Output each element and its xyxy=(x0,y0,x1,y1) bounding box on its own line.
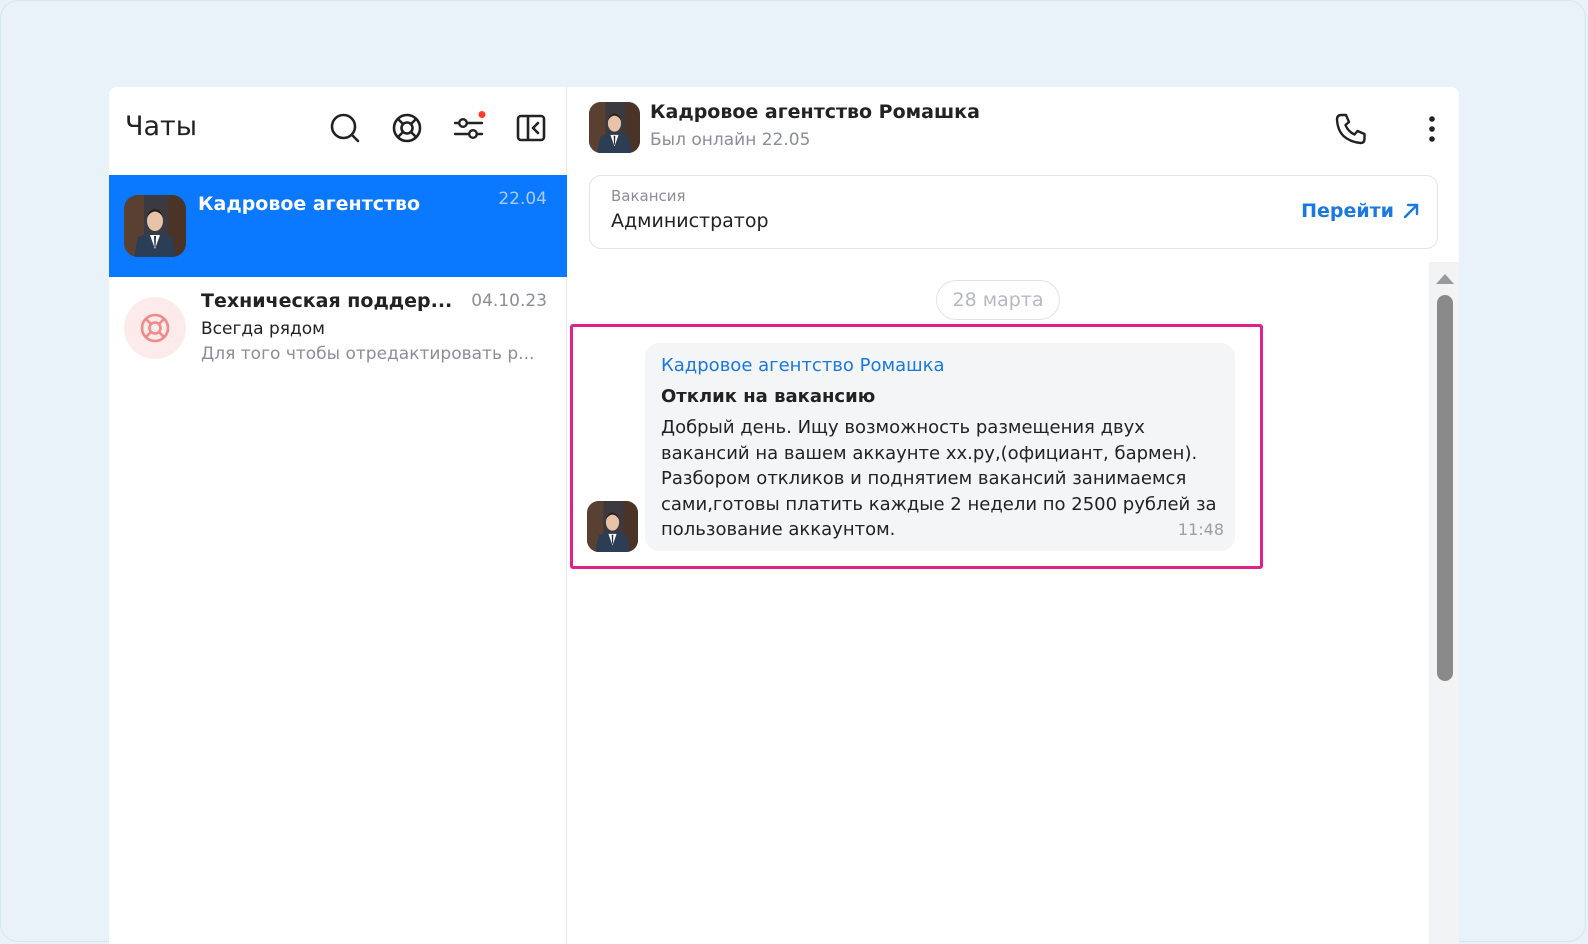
conversation-panel: Кадровое агентство Ромашка Был онлайн 22… xyxy=(567,87,1459,944)
message-subject: Отклик на вакансию xyxy=(661,386,876,407)
search-icon[interactable] xyxy=(328,111,362,145)
chat-date: 22.04 xyxy=(498,189,547,209)
chat-name: Техническая поддер... xyxy=(201,290,453,312)
chat-item-recruiting-agency[interactable]: Кадровое агентство 22.04 xyxy=(109,175,567,277)
chat-preview: Для того чтобы отредактировать р... xyxy=(201,344,535,364)
avatar[interactable] xyxy=(589,102,640,153)
avatar xyxy=(587,501,638,552)
last-seen-status: Был онлайн 22.05 xyxy=(650,130,811,150)
scrollbar[interactable] xyxy=(1429,262,1459,944)
arrow-up-right-icon xyxy=(1402,202,1420,220)
open-vacancy-label: Перейти xyxy=(1301,200,1394,222)
message-time: 11:48 xyxy=(1177,520,1224,539)
more-vertical-icon[interactable] xyxy=(1421,111,1443,147)
phone-icon[interactable] xyxy=(1333,111,1369,147)
collapse-panel-icon[interactable] xyxy=(514,111,548,145)
message-text: Добрый день. Ищу возможность размещения … xyxy=(661,417,1217,540)
support-avatar xyxy=(124,297,186,359)
scrollbar-thumb[interactable] xyxy=(1437,295,1453,681)
chat-name: Кадровое агентство xyxy=(198,193,421,215)
chat-list-title: Чаты xyxy=(125,111,198,142)
chat-subtitle: Всегда рядом xyxy=(201,319,325,339)
conversation-title: Кадровое агентство Ромашка xyxy=(650,101,980,123)
vacancy-label: Вакансия xyxy=(611,187,686,205)
filter-icon[interactable] xyxy=(452,111,486,145)
avatar xyxy=(124,195,186,257)
message-author[interactable]: Кадровое агентство Ромашка xyxy=(661,355,945,376)
message-bubble[interactable]: Кадровое агентство Ромашка Отклик на вак… xyxy=(645,343,1235,551)
chat-item-tech-support[interactable]: Техническая поддер... 04.10.23 Всегда ря… xyxy=(109,277,567,379)
vacancy-card: Вакансия Администратор Перейти xyxy=(589,175,1438,249)
open-vacancy-link[interactable]: Перейти xyxy=(1301,200,1420,222)
date-separator: 28 марта xyxy=(936,280,1060,320)
scroll-up-arrow-icon[interactable] xyxy=(1435,270,1455,289)
vacancy-title: Администратор xyxy=(611,210,769,232)
chat-list-panel: Чаты Кадровое агентство 22.04 Техническа… xyxy=(109,87,567,944)
support-icon[interactable] xyxy=(390,111,424,145)
chat-date: 04.10.23 xyxy=(471,291,547,311)
chat-app: Чаты Кадровое агентство 22.04 Техническа… xyxy=(109,87,1459,944)
